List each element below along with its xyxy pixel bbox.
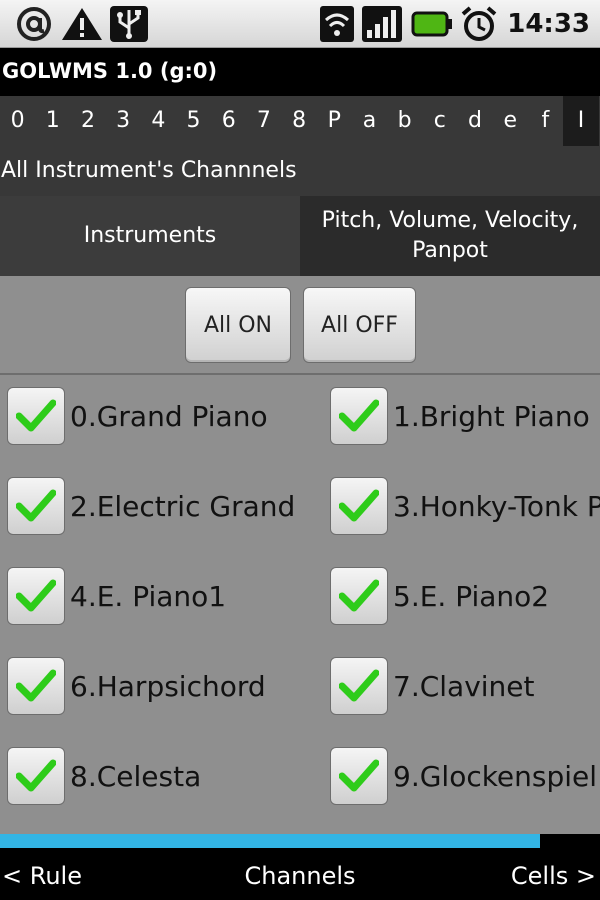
instrument-row: 6.Harpsichord 7.Clavinet <box>0 645 600 735</box>
checkbox[interactable] <box>7 477 65 535</box>
channel-tab-f[interactable]: f <box>528 96 563 146</box>
checkmark-icon <box>339 579 379 612</box>
checkmark-icon <box>339 669 379 702</box>
instrument-checkbox-7[interactable]: 7.Clavinet <box>330 657 600 715</box>
next-cells-button[interactable]: Cells > <box>511 852 596 900</box>
channel-tab-2[interactable]: 2 <box>70 96 105 146</box>
checkbox[interactable] <box>330 387 388 445</box>
section-title: All Instrument's Channnels <box>0 146 600 196</box>
instrument-checkbox-3[interactable]: 3.Honky-Tonk P <box>330 477 600 535</box>
channel-tab-6[interactable]: 6 <box>211 96 246 146</box>
all-off-button[interactable]: All OFF <box>303 287 416 363</box>
channel-tab-e[interactable]: e <box>493 96 528 146</box>
instrument-checkbox-6[interactable]: 6.Harpsichord <box>7 657 323 715</box>
instrument-label: 4.E. Piano1 <box>70 579 227 613</box>
usb-icon <box>110 6 148 42</box>
checkbox[interactable] <box>7 387 65 445</box>
signal-icon <box>362 6 402 42</box>
instrument-label: 3.Honky-Tonk P <box>393 489 600 523</box>
channel-tab-0[interactable]: 0 <box>0 96 35 146</box>
instrument-row: 0.Grand Piano 1.Bright Piano <box>0 375 600 465</box>
checkbox[interactable] <box>330 747 388 805</box>
app-title: GOLWMS 1.0 (g:0) <box>0 48 600 94</box>
instrument-checkbox-1[interactable]: 1.Bright Piano <box>330 387 600 445</box>
instrument-list: 0.Grand Piano 1.Bright Piano 2.Electric … <box>0 375 600 825</box>
channel-tab-1[interactable]: 1 <box>35 96 70 146</box>
checkbox[interactable] <box>7 567 65 625</box>
at-sign-icon <box>17 7 51 41</box>
channel-tab-i[interactable]: I <box>563 96 599 146</box>
instrument-label: 8.Celesta <box>70 759 202 793</box>
status-time: 14:33 <box>507 9 590 39</box>
instrument-label: 0.Grand Piano <box>70 399 268 433</box>
checkmark-icon <box>16 399 56 432</box>
channel-tab-bar: 0 1 2 3 4 5 6 7 8 P a b c d e f I <box>0 96 600 146</box>
checkbox[interactable] <box>330 657 388 715</box>
checkmark-icon <box>339 759 379 792</box>
checkbox[interactable] <box>330 567 388 625</box>
all-on-button[interactable]: All ON <box>185 287 291 363</box>
subtab-bar: Instruments Pitch, Volume, Velocity, Pan… <box>0 196 600 276</box>
channel-tab-4[interactable]: 4 <box>141 96 176 146</box>
channel-tab-p[interactable]: P <box>317 96 352 146</box>
instrument-row: 8.Celesta 9.Glockenspiel <box>0 735 600 825</box>
checkmark-icon <box>339 399 379 432</box>
checkmark-icon <box>16 579 56 612</box>
instrument-label: 7.Clavinet <box>393 669 535 703</box>
instrument-label: 6.Harpsichord <box>70 669 266 703</box>
instrument-label: 1.Bright Piano <box>393 399 590 433</box>
checkmark-icon <box>16 759 56 792</box>
bottom-nav-bar: Channels < Rule Cells > <box>0 852 600 900</box>
progress-bar <box>0 834 600 848</box>
tab-pitch-volume[interactable]: Pitch, Volume, Velocity, Panpot <box>300 196 600 276</box>
prev-rule-button[interactable]: < Rule <box>2 852 82 900</box>
channel-tab-3[interactable]: 3 <box>106 96 141 146</box>
tab-pitch-volume-label-line1: Pitch, Volume, Velocity, <box>321 208 579 233</box>
channel-tab-a[interactable]: a <box>352 96 387 146</box>
status-bar: 14:33 <box>0 0 600 48</box>
instrument-checkbox-0[interactable]: 0.Grand Piano <box>7 387 323 445</box>
checkbox[interactable] <box>7 747 65 805</box>
instrument-checkbox-4[interactable]: 4.E. Piano1 <box>7 567 323 625</box>
instrument-checkbox-5[interactable]: 5.E. Piano2 <box>330 567 600 625</box>
checkbox[interactable] <box>330 477 388 535</box>
checkmark-icon <box>16 669 56 702</box>
channel-tab-7[interactable]: 7 <box>246 96 281 146</box>
instrument-label: 5.E. Piano2 <box>393 579 550 613</box>
channel-tab-c[interactable]: c <box>422 96 457 146</box>
checkmark-icon <box>339 489 379 522</box>
checkmark-icon <box>16 489 56 522</box>
channel-tab-5[interactable]: 5 <box>176 96 211 146</box>
instrument-panel: All ON All OFF 0.Grand Piano 1.Bright Pi… <box>0 276 600 834</box>
channel-tab-d[interactable]: d <box>457 96 492 146</box>
wifi-icon <box>320 6 354 42</box>
tab-instruments[interactable]: Instruments <box>0 196 300 276</box>
warning-icon <box>62 8 102 40</box>
progress-fill <box>0 834 540 848</box>
instrument-checkbox-2[interactable]: 2.Electric Grand <box>7 477 323 535</box>
battery-icon <box>411 11 452 37</box>
checkbox[interactable] <box>7 657 65 715</box>
channel-tab-8[interactable]: 8 <box>282 96 317 146</box>
toggle-all-row: All ON All OFF <box>0 287 600 363</box>
tab-pitch-volume-label-line2: Panpot <box>412 238 488 263</box>
instrument-checkbox-9[interactable]: 9.Glockenspiel <box>330 747 600 805</box>
channel-tab-b[interactable]: b <box>387 96 422 146</box>
alarm-clock-icon <box>461 6 497 41</box>
instrument-label: 9.Glockenspiel <box>393 759 598 793</box>
instrument-row: 4.E. Piano1 5.E. Piano2 <box>0 555 600 645</box>
instrument-row: 2.Electric Grand 3.Honky-Tonk P <box>0 465 600 555</box>
tab-instruments-label: Instruments <box>83 223 217 248</box>
instrument-label: 2.Electric Grand <box>70 489 296 523</box>
instrument-checkbox-8[interactable]: 8.Celesta <box>7 747 323 805</box>
